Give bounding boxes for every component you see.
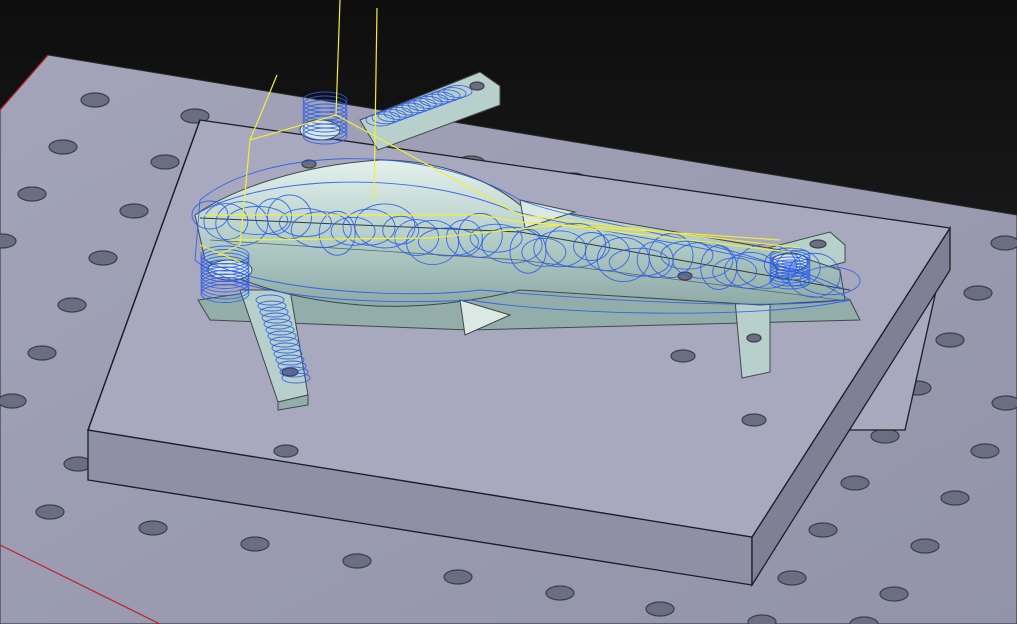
table-hole	[777, 570, 807, 586]
table-hole	[879, 586, 909, 602]
table-hole	[870, 428, 900, 444]
table-hole	[840, 475, 870, 491]
table-hole	[808, 522, 838, 538]
table-hole	[940, 490, 970, 506]
table-hole	[991, 395, 1017, 411]
table-hole	[990, 235, 1017, 251]
table-hole	[963, 285, 993, 301]
table-hole	[150, 154, 180, 170]
table-hole	[138, 520, 168, 536]
table-hole	[0, 393, 27, 409]
table-hole	[342, 553, 372, 569]
table-hole	[88, 250, 118, 266]
table-hole	[910, 538, 940, 554]
table-hole	[645, 601, 675, 617]
arm-hole	[746, 333, 762, 343]
table-hole	[443, 569, 473, 585]
scene-svg	[0, 0, 1017, 624]
table-hole	[27, 345, 57, 361]
table-hole	[545, 585, 575, 601]
table-hole	[747, 614, 777, 624]
arm-hole	[809, 239, 827, 249]
table-hole	[119, 203, 149, 219]
table-hole	[80, 92, 110, 108]
table-hole	[48, 139, 78, 155]
table-hole	[17, 186, 47, 202]
table-hole	[970, 443, 1000, 459]
table-hole	[935, 332, 965, 348]
table-hole	[240, 536, 270, 552]
cam-3d-viewport[interactable]	[0, 0, 1017, 624]
table-hole	[57, 297, 87, 313]
table-hole	[35, 504, 65, 520]
arm-hole	[469, 81, 485, 91]
